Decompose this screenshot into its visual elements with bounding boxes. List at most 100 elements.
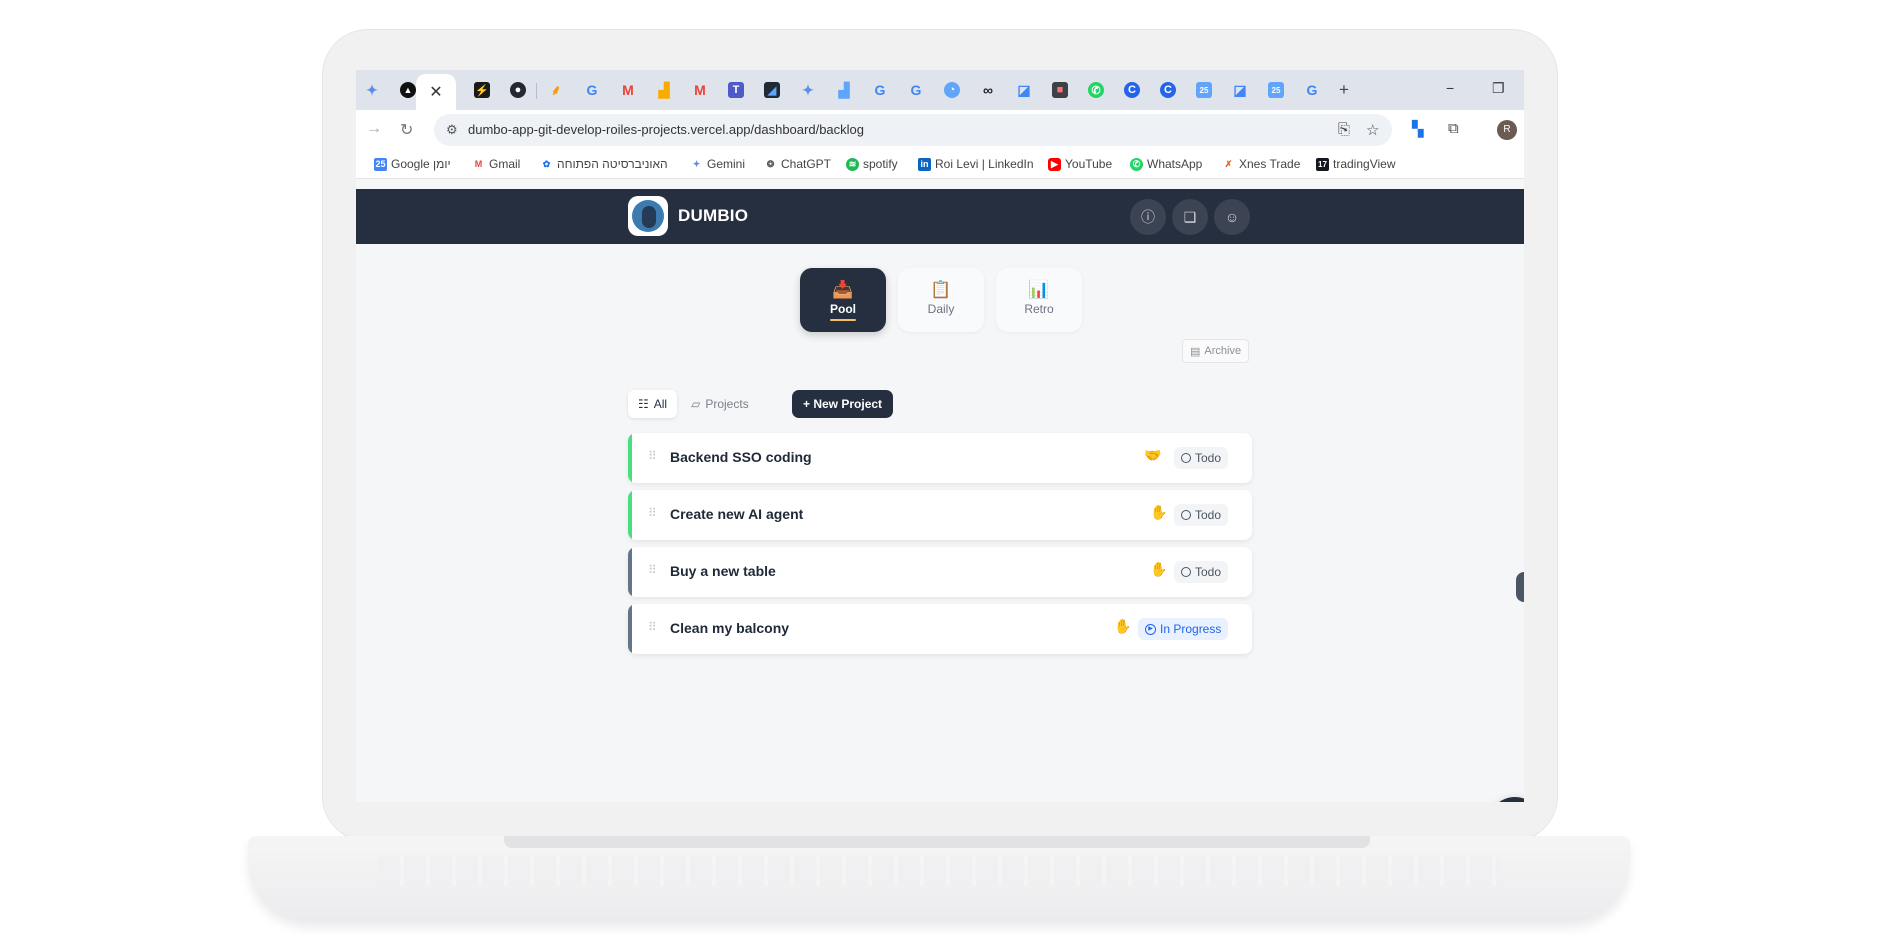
bookmark-tradingview[interactable]: 17 tradingView [1316, 157, 1395, 171]
tab-yellow[interactable]: ⸙ [546, 80, 566, 100]
task-accent-bar [628, 547, 632, 597]
tab-google-2[interactable]: G [870, 80, 890, 100]
app-icon: ■ [1052, 82, 1068, 98]
handshake-icon: 🤝 [1144, 447, 1162, 463]
tab-google-3[interactable]: G [906, 80, 926, 100]
task-title: Clean my balcony [670, 620, 790, 636]
tab-gmail[interactable]: M [618, 80, 638, 100]
bookmark-openu[interactable]: ✿ האוניברסיטה הפתוחה [540, 157, 668, 171]
archive-button[interactable]: ▤ Archive [1182, 339, 1250, 363]
analytics-icon: ▟ [658, 81, 670, 98]
tab-gemini-2[interactable]: ✦ [798, 80, 818, 100]
filter-all[interactable]: ☷ All [628, 390, 678, 418]
tab-translate[interactable]: ◪ [1014, 80, 1034, 100]
tab-active[interactable]: ✕ [416, 74, 456, 110]
new-tab-button[interactable]: + [1334, 80, 1354, 100]
tab-analytics[interactable]: ▟ [654, 80, 674, 100]
tradingview-icon: 17 [1316, 157, 1329, 171]
extensions-icon[interactable]: ⧉ [1448, 120, 1459, 137]
site-settings-icon[interactable]: ⚙ [446, 122, 458, 138]
tab-triangle[interactable]: ▲ [398, 80, 418, 100]
status-badge[interactable]: Todo [1174, 504, 1229, 526]
drive-icon: ◔ [944, 82, 960, 98]
tab-teams[interactable]: T [726, 80, 746, 100]
bookmark-linkedin[interactable]: in Roi Levi | LinkedIn [918, 157, 1034, 171]
tab-dark[interactable]: ◢ [762, 80, 782, 100]
side-panel-handle[interactable] [1516, 572, 1524, 602]
bookmark-calendar[interactable]: 25 Google יומן [374, 157, 451, 171]
task-title: Backend SSO coding [670, 449, 812, 465]
tab-analytics-2[interactable]: ▟ [834, 80, 854, 100]
bookmark-whatsapp[interactable]: ✆ WhatsApp [1130, 157, 1202, 171]
add-task-fab[interactable]: + [1488, 797, 1524, 802]
bar-chart-icon: 📊 [1028, 280, 1050, 299]
profile-button[interactable]: ☺ [1214, 199, 1250, 235]
status-badge[interactable]: Todo [1174, 561, 1229, 583]
tab-github[interactable]: ● [508, 80, 528, 100]
activity-icon: ⚡ [474, 82, 490, 98]
tab-red[interactable]: ■ [1050, 80, 1070, 100]
tab-pool[interactable]: 📥 Pool [800, 268, 886, 332]
tab-google[interactable]: G [582, 80, 602, 100]
drag-handle-icon[interactable]: ⠿ [648, 506, 657, 520]
tab-google-4[interactable]: G [1302, 80, 1322, 100]
tab-strip: ✦ ▲ ✕ ⚡ ● ⸙ G M ▟ M T ◢ ✦ ▟ G G ◔ ∞ ◪ ■ … [356, 70, 1524, 110]
dumbio-logo[interactable] [628, 196, 668, 236]
linkedin-icon: in [918, 157, 931, 171]
filter-group: ☷ All ▱ Projects [628, 390, 759, 418]
url-text[interactable]: dumbo-app-git-develop-roiles-projects.ve… [468, 122, 864, 137]
task-row[interactable]: ⠿ Clean my balcony ✋ ▶ In Progress [628, 604, 1252, 654]
bookmark-chatgpt[interactable]: ❂ ChatGPT [764, 157, 831, 171]
tab-app[interactable]: ⚡ [472, 80, 492, 100]
filter-projects[interactable]: ▱ Projects [681, 390, 759, 418]
laptop-mockup: ✦ ▲ ✕ ⚡ ● ⸙ G M ▟ M T ◢ ✦ ▟ G G ◔ ∞ ◪ ■ … [0, 0, 1890, 945]
task-row[interactable]: ⠿ Create new AI agent ✋ Todo [628, 490, 1252, 540]
book-icon: ❑ [1183, 208, 1197, 225]
tab-c1[interactable]: C [1122, 80, 1142, 100]
tab-calendar-2[interactable]: 25 [1266, 80, 1286, 100]
calendar-icon: 25 [374, 157, 387, 171]
restore-button[interactable]: ❐ [1492, 80, 1505, 97]
bookmark-youtube[interactable]: ▶ YouTube [1048, 157, 1112, 171]
bookmark-gmail[interactable]: M Gmail [472, 157, 520, 171]
tab-daily[interactable]: 📋 Daily [898, 268, 984, 332]
address-bar[interactable]: ⚙ dumbo-app-git-develop-roiles-projects.… [434, 114, 1392, 146]
docs-button[interactable]: ❑ [1172, 199, 1208, 235]
folder-icon: ▱ [691, 397, 701, 411]
tab-calendar[interactable]: 25 [1194, 80, 1214, 100]
tab-link[interactable]: ∞ [978, 80, 998, 100]
task-row[interactable]: ⠿ Buy a new table ✋ Todo [628, 547, 1252, 597]
tab-gmail-2[interactable]: M [690, 80, 710, 100]
new-project-button[interactable]: + New Project [792, 390, 894, 418]
reload-icon[interactable]: ↻ [400, 120, 413, 140]
hand-icon: ✋ [1150, 561, 1168, 577]
drag-handle-icon[interactable]: ⠿ [648, 449, 657, 463]
browser-window: ✦ ▲ ✕ ⚡ ● ⸙ G M ▟ M T ◢ ✦ ▟ G G ◔ ∞ ◪ ■ … [356, 70, 1524, 802]
archive-icon: ▤ [1190, 345, 1201, 358]
task-row[interactable]: ⠿ Backend SSO coding 🤝 Todo [628, 433, 1252, 483]
tab-drive[interactable]: ◔ [942, 80, 962, 100]
tab-c2[interactable]: C [1158, 80, 1178, 100]
bookmark-star-icon[interactable]: ☆ [1366, 121, 1379, 139]
profile-avatar[interactable]: R [1497, 120, 1517, 140]
status-badge[interactable]: Todo [1174, 447, 1229, 469]
bookmark-xnes[interactable]: ✗ Xnes Trade [1222, 157, 1300, 171]
drag-handle-icon[interactable]: ⠿ [648, 563, 657, 577]
close-icon[interactable]: ✕ [429, 82, 442, 102]
install-app-icon[interactable]: ⎘ [1338, 121, 1350, 138]
todo-circle-icon [1181, 567, 1191, 577]
drag-handle-icon[interactable]: ⠿ [648, 620, 657, 634]
bookmark-gemini[interactable]: ✦ Gemini [690, 157, 745, 171]
bookmark-spotify[interactable]: ≋ spotify [846, 157, 898, 171]
tab-gemini[interactable]: ✦ [362, 80, 382, 100]
info-button[interactable]: ⓘ [1130, 199, 1166, 235]
tab-whatsapp[interactable]: ✆ [1086, 80, 1106, 100]
minimize-button[interactable]: − [1446, 80, 1454, 96]
status-badge[interactable]: ▶ In Progress [1138, 618, 1229, 640]
trello-icon[interactable]: ▚ [1412, 120, 1424, 138]
calendar-icon: 25 [1196, 82, 1212, 98]
tab-retro[interactable]: 📊 Retro [996, 268, 1082, 332]
tab-translate-2[interactable]: ◪ [1230, 80, 1250, 100]
forward-icon[interactable]: → [366, 120, 382, 138]
todo-circle-icon [1181, 453, 1191, 463]
